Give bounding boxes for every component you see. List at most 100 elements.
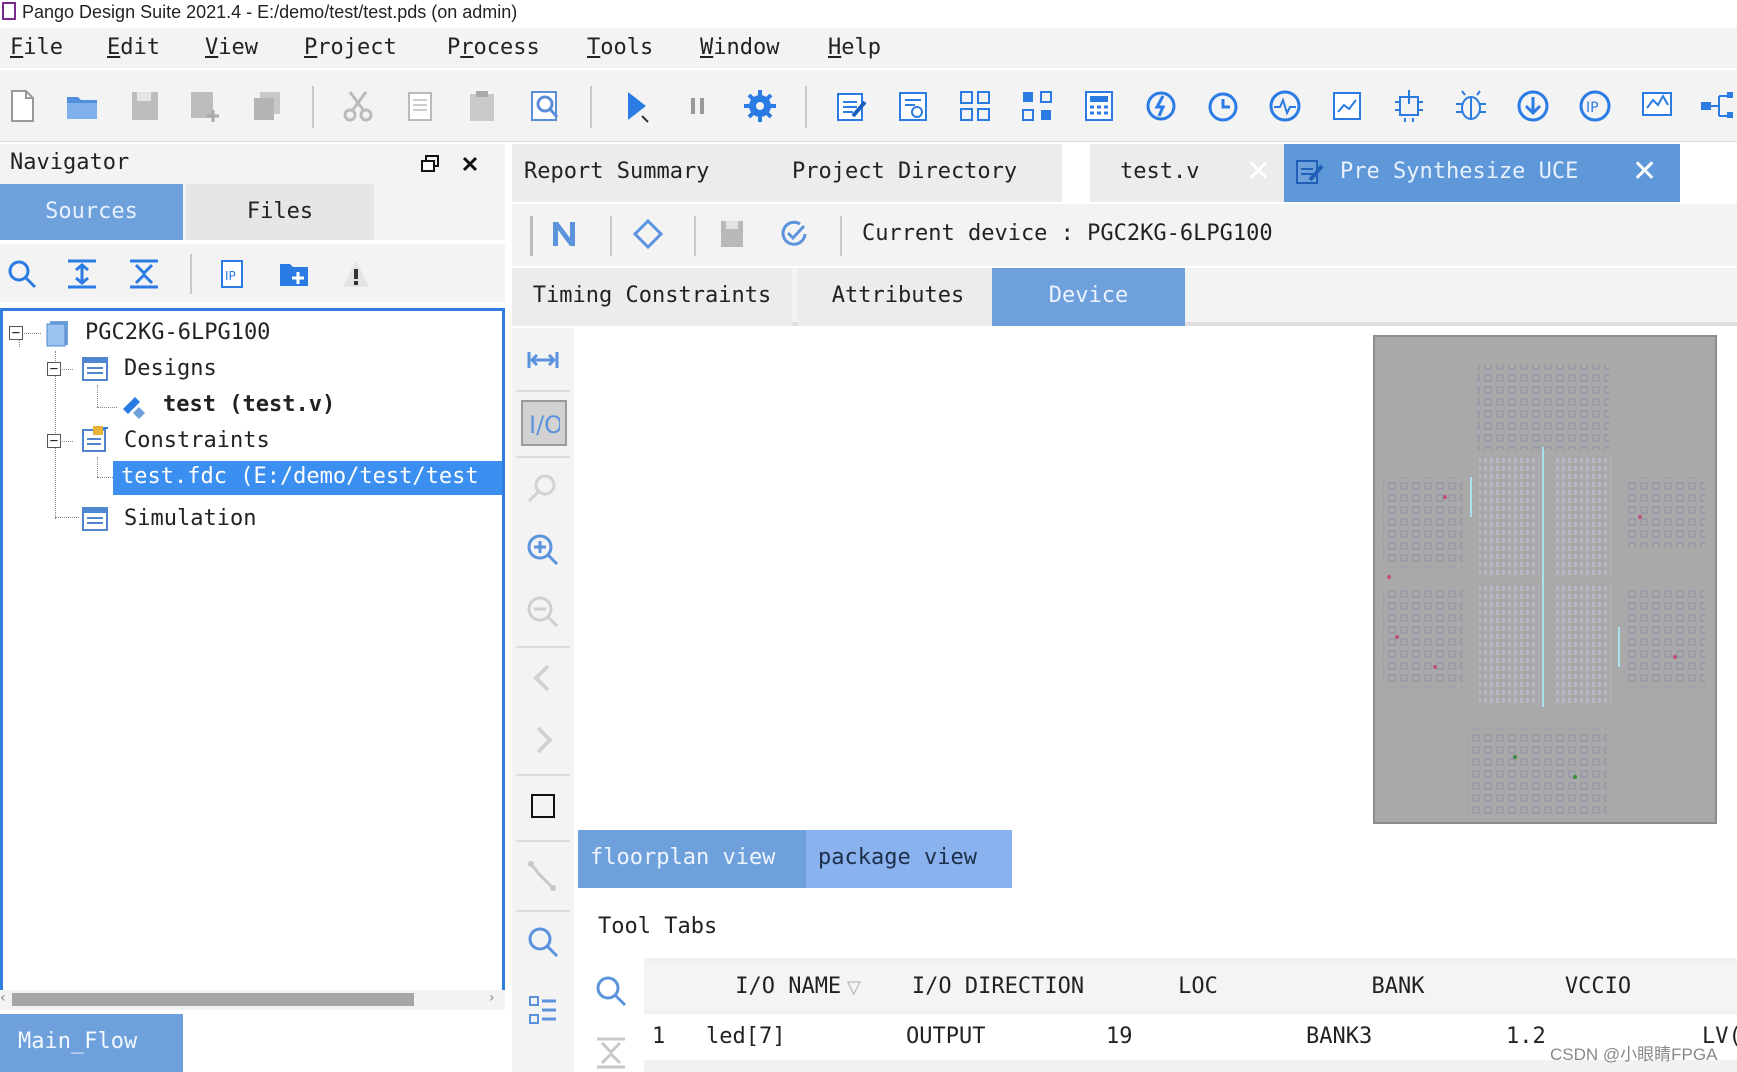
search-device-icon[interactable] [525,924,561,960]
menu-help[interactable]: Help [828,35,881,61]
tree-item-design-file[interactable]: test (test.v) [163,390,335,420]
table-search-icon[interactable] [594,974,628,1008]
zoom-out-icon[interactable] [525,594,561,630]
table-collapse-icon[interactable] [594,1036,628,1070]
chart-report-icon[interactable] [1329,88,1365,124]
network-icon[interactable] [1699,88,1735,124]
layout-icon[interactable] [957,88,993,124]
menu-project[interactable]: Project [304,35,397,61]
scrollbar-thumb[interactable] [12,993,414,1006]
close-panel-icon[interactable] [460,154,480,174]
monitor-icon[interactable] [1639,88,1675,124]
menu-process[interactable]: Process [447,35,540,61]
menu-window[interactable]: Window [700,35,779,61]
tab-pre-synthesize-uce[interactable]: Pre Synthesize UCE ✕ [1284,144,1680,202]
calculator-icon[interactable] [1081,88,1117,124]
cut-icon[interactable] [340,88,376,124]
cell-io-direction[interactable]: OUTPUT [898,1014,1107,1060]
add-folder-icon[interactable] [278,258,310,290]
new-constraint-icon[interactable] [548,218,580,250]
tab-package-view[interactable]: package view [806,830,1012,888]
edit-report-icon[interactable] [833,88,869,124]
properties-list-icon[interactable] [525,992,561,1028]
zoom-fit-icon[interactable] [525,470,561,506]
select-rectangle-icon[interactable] [525,788,561,824]
tree-horizontal-scrollbar[interactable]: ‹ › [0,990,505,1010]
cell-bank[interactable]: BANK3 [1298,1014,1507,1060]
io-view-toggle[interactable]: I/O [521,400,567,446]
tree-item-constraints[interactable]: Constraints [124,426,270,456]
netlist-icon[interactable] [895,88,931,124]
tab-files[interactable]: Files [186,184,374,240]
tab-floorplan-view[interactable]: floorplan view [578,830,818,888]
tab-attributes[interactable]: Attributes [798,268,998,326]
column-io-direction[interactable]: I/O DIRECTION [898,964,1099,1010]
tab-timing-constraints[interactable]: Timing Constraints [512,268,792,326]
save-as-icon[interactable] [187,88,223,124]
save-constraint-icon[interactable] [716,218,748,250]
column-vccio[interactable]: VCCIO [1498,964,1699,1010]
tab-device[interactable]: Device [992,268,1185,326]
expand-all-icon[interactable] [66,258,98,290]
menu-tools[interactable]: Tools [587,35,653,61]
tab-test-v[interactable]: test.v ✕ [1090,144,1312,202]
tab-report-summary[interactable]: Report Summary [512,144,786,202]
zoom-in-icon[interactable] [525,532,561,568]
copy-icon[interactable] [402,88,438,124]
cell-loc[interactable]: 19 [1098,1014,1307,1060]
collapse-device-toggle[interactable]: − [9,326,23,340]
hierarchy-icon[interactable] [1019,88,1055,124]
refresh-power-icon[interactable] [1143,88,1179,124]
timer-icon[interactable] [1205,88,1241,124]
tab-sources[interactable]: Sources [0,184,183,240]
column-io-name[interactable]: I/O NAME ▽ [698,964,899,1010]
route-line-icon[interactable] [525,858,561,894]
save-icon[interactable] [127,88,163,124]
tab-main-flow[interactable]: Main_Flow [0,1014,183,1072]
warning-icon[interactable] [340,258,372,290]
settings-gear-icon[interactable] [742,88,778,124]
ip-core-icon[interactable]: IP [1577,88,1613,124]
search-icon[interactable] [6,258,38,290]
debug-bug-icon[interactable] [1453,88,1489,124]
column-bank[interactable]: BANK [1298,964,1499,1010]
paste-icon[interactable] [464,88,500,124]
chip-pin-icon[interactable] [1391,88,1427,124]
close-tab-icon[interactable]: ✕ [1632,144,1657,200]
menu-file[interactable]: File [10,35,63,61]
waveform-icon[interactable] [1267,88,1303,124]
menu-view[interactable]: View [205,35,258,61]
scroll-right-icon[interactable]: › [489,990,495,1006]
column-lv[interactable] [1698,964,1737,1010]
fpga-floorplan-graphic[interactable] [1375,337,1715,822]
collapse-constraints-toggle[interactable]: − [47,434,61,448]
menu-edit[interactable]: Edit [107,35,160,61]
scroll-left-icon[interactable]: ‹ [0,990,6,1006]
new-file-icon[interactable] [4,88,40,124]
check-icon[interactable] [778,218,810,250]
back-arrow-icon[interactable] [525,660,561,696]
tab-project-directory[interactable]: Project Directory [780,144,1062,202]
sort-icon[interactable]: ▽ [841,977,861,998]
device-package-view[interactable] [1373,335,1717,824]
column-loc[interactable]: LOC [1098,964,1299,1010]
tree-item-device[interactable]: PGC2KG-6LPG100 [85,318,270,348]
run-icon[interactable] [618,88,654,124]
diamond-icon[interactable] [632,218,664,250]
open-folder-icon[interactable] [64,88,100,124]
fit-width-icon[interactable] [525,342,561,378]
pause-icon[interactable] [680,88,716,124]
collapse-all-icon[interactable] [128,258,160,290]
add-ip-icon[interactable]: IP [216,258,248,290]
cell-io-name[interactable]: led[7] [698,1014,907,1060]
download-icon[interactable] [1515,88,1551,124]
collapse-designs-toggle[interactable]: − [47,362,61,376]
close-tab-icon[interactable]: ✕ [1246,144,1271,200]
save-all-icon[interactable] [250,88,286,124]
find-icon[interactable] [527,88,563,124]
forward-arrow-icon[interactable] [525,722,561,758]
tree-item-designs[interactable]: Designs [124,354,217,384]
restore-window-icon[interactable] [420,154,440,174]
tree-item-constraint-file[interactable]: test.fdc (E:/demo/test/test [121,462,479,492]
tree-item-simulation[interactable]: Simulation [124,504,256,534]
